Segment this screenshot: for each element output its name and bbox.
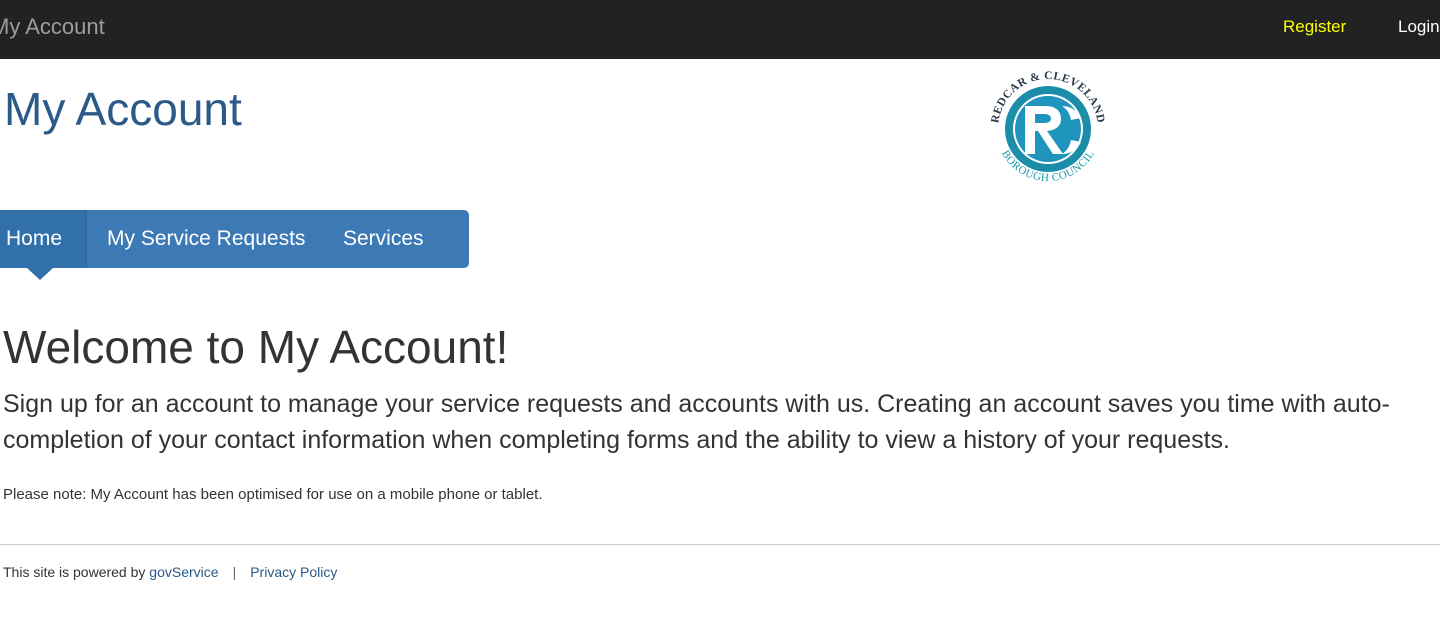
- tab-home[interactable]: Home: [0, 210, 87, 280]
- footer: This site is powered by govService | Priva…: [3, 564, 337, 580]
- privacy-policy-link[interactable]: Privacy Policy: [250, 564, 337, 580]
- welcome-lead-text: Sign up for an account to manage your se…: [3, 390, 1390, 454]
- powered-by-text: This site is powered by: [3, 564, 150, 580]
- tab-services[interactable]: Services: [341, 210, 424, 268]
- footer-separator: |: [232, 564, 237, 580]
- govservice-link[interactable]: govService: [149, 564, 218, 580]
- active-tab-caret: [27, 268, 53, 280]
- main-tabs: Home My Service Requests Services: [0, 210, 469, 280]
- navbar-brand-link[interactable]: My Account: [0, 14, 105, 40]
- welcome-heading: Welcome to My Account!: [3, 321, 509, 373]
- register-link[interactable]: Register: [1283, 17, 1346, 37]
- login-link[interactable]: Login: [1398, 17, 1440, 37]
- page-title: My Account: [4, 83, 242, 135]
- tab-home-label: Home: [6, 227, 63, 250]
- tab-my-service-requests[interactable]: My Service Requests: [87, 210, 341, 268]
- mobile-optimised-note: Please note: My Account has been optimis…: [3, 486, 543, 503]
- top-navbar: My Account Register Login: [0, 0, 1440, 59]
- footer-divider: [0, 544, 1440, 545]
- council-logo: REDCAR & CLEVELAND BOROUGH COUNCIL: [989, 70, 1106, 184]
